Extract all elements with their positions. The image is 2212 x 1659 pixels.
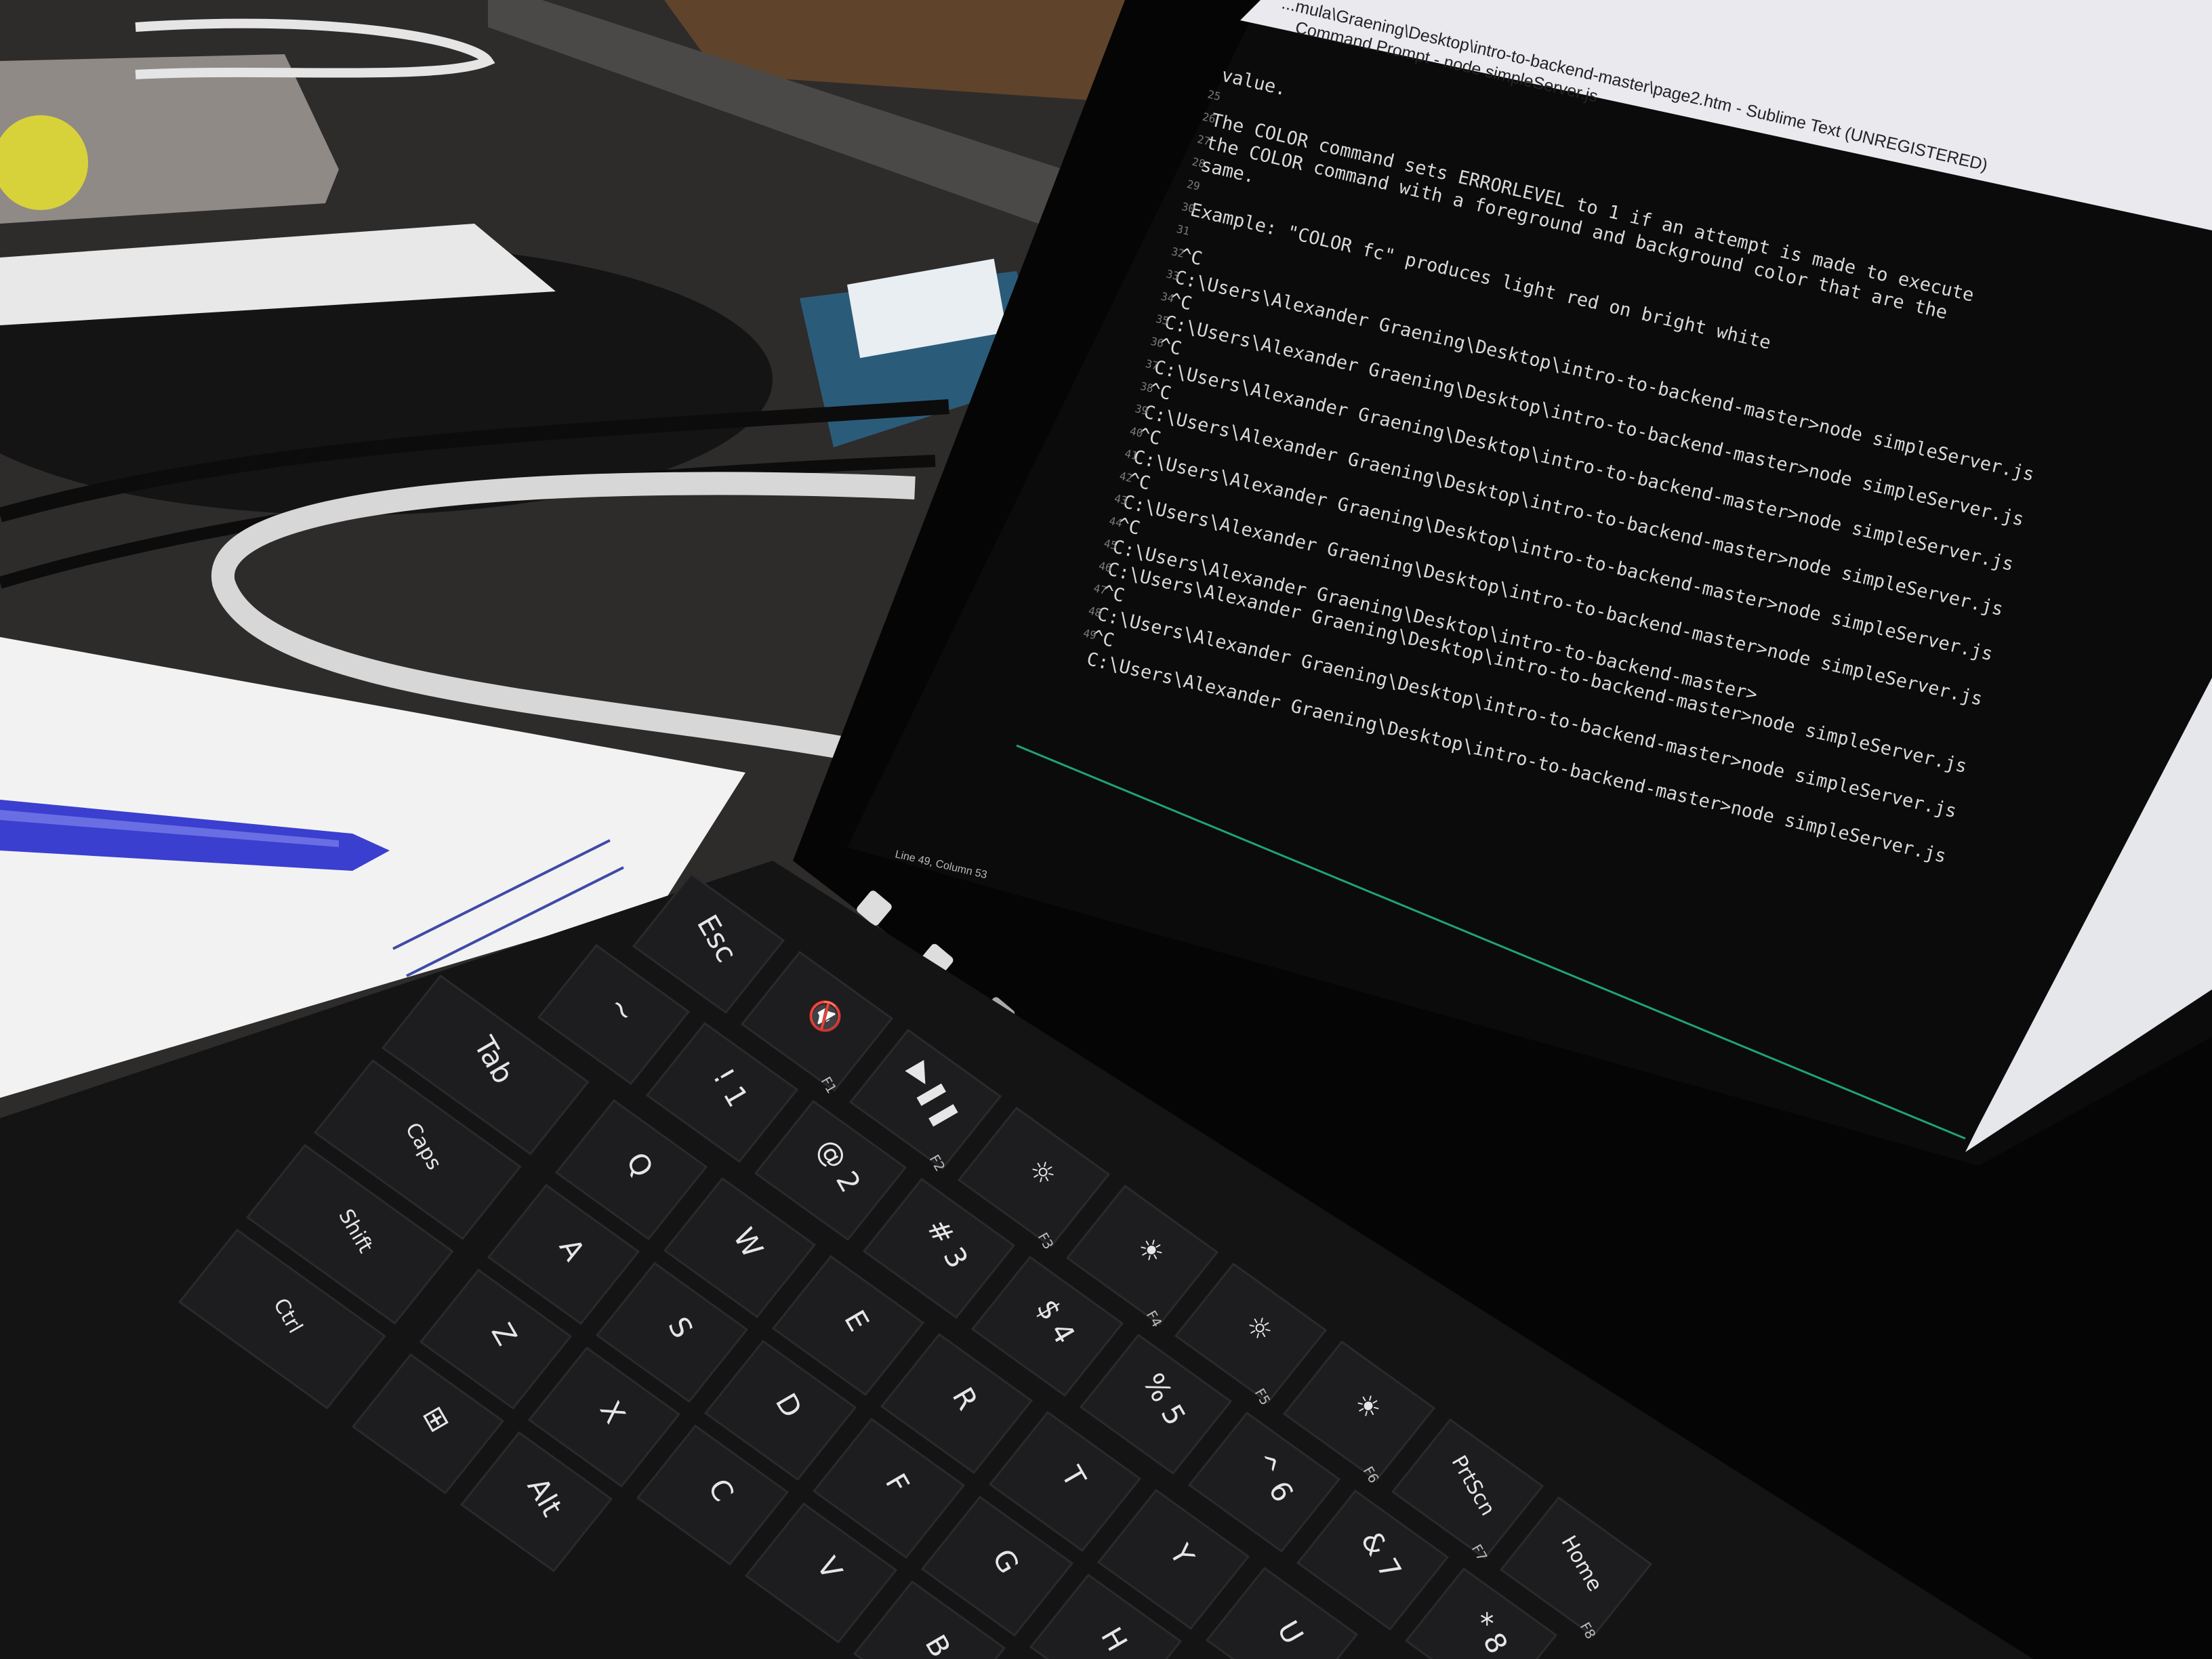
keyboard: Esc🔇F1 ▶❚❚F2 ☼F3 ☀F4 ☼F5 ☀F6 PrtScnF7 HomeF8~! … — [0, 861, 2033, 1659]
